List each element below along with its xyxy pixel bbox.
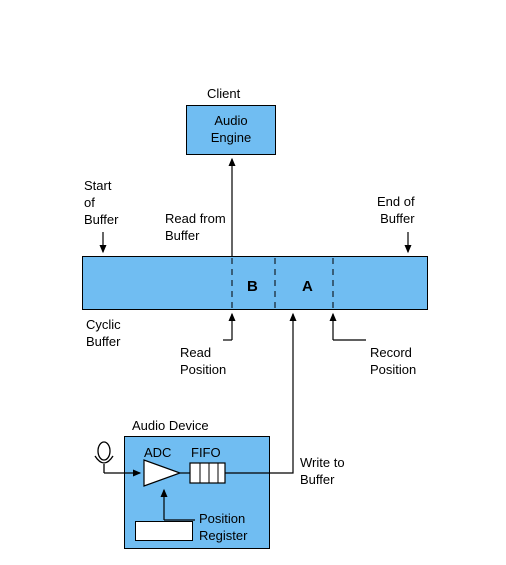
audio-engine-box: Audio Engine xyxy=(186,105,276,155)
client-heading: Client xyxy=(207,86,240,103)
adc-label: ADC xyxy=(144,445,171,462)
record-position-label: Record Position xyxy=(370,345,416,379)
cyclic-buffer-label: Cyclic Buffer xyxy=(86,317,121,351)
end-of-buffer-label: End of Buffer xyxy=(377,194,415,228)
audio-device-heading: Audio Device xyxy=(132,418,209,435)
position-register-label: Position Register xyxy=(199,511,247,545)
read-from-buffer-label: Read from Buffer xyxy=(165,211,226,245)
write-to-buffer-label: Write to Buffer xyxy=(300,455,345,489)
buffer-segment-a: A xyxy=(302,277,313,297)
audio-engine-label: Audio Engine xyxy=(211,113,251,147)
microphone-icon xyxy=(95,442,113,473)
position-register-box xyxy=(135,521,193,541)
buffer-segment-b: B xyxy=(247,277,258,297)
start-of-buffer-label: Start of Buffer xyxy=(84,178,118,229)
read-position-label: Read Position xyxy=(180,345,226,379)
fifo-label: FIFO xyxy=(191,445,221,462)
